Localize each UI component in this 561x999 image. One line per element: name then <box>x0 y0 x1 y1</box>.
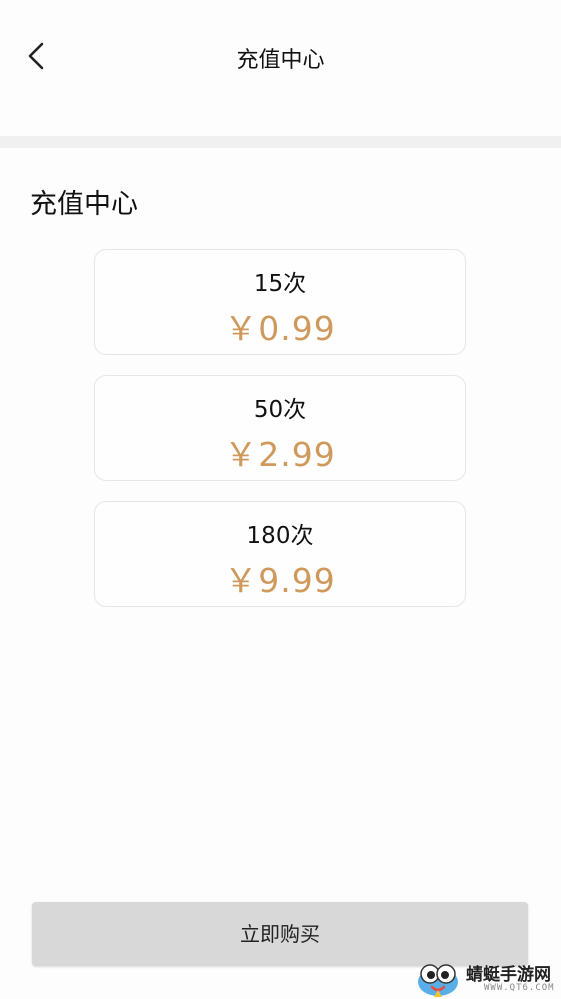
package-count: 15次 <box>253 271 307 297</box>
buy-now-button[interactable]: 立即购买 <box>32 902 528 966</box>
package-price: ￥0.99 <box>224 309 336 348</box>
dragonfly-logo-icon <box>418 964 458 997</box>
header-divider <box>0 136 561 148</box>
section-title: 充值中心 <box>30 189 138 220</box>
package-option-180[interactable]: 180次 ￥9.99 <box>94 501 466 607</box>
watermark: 蜻蜓手游网 WWW.QT6.COM <box>414 958 561 999</box>
package-price: ￥9.99 <box>224 561 336 600</box>
page-title: 充值中心 <box>236 48 325 73</box>
package-count: 180次 <box>246 523 314 549</box>
top-bar: 充值中心 <box>0 0 561 136</box>
package-option-50[interactable]: 50次 ￥2.99 <box>94 375 466 481</box>
package-count: 50次 <box>253 397 307 423</box>
package-option-15[interactable]: 15次 ￥0.99 <box>94 249 466 355</box>
package-price: ￥2.99 <box>224 435 336 474</box>
watermark-url: WWW.QT6.COM <box>484 983 555 993</box>
watermark-text: 蜻蜓手游网 <box>466 965 551 985</box>
